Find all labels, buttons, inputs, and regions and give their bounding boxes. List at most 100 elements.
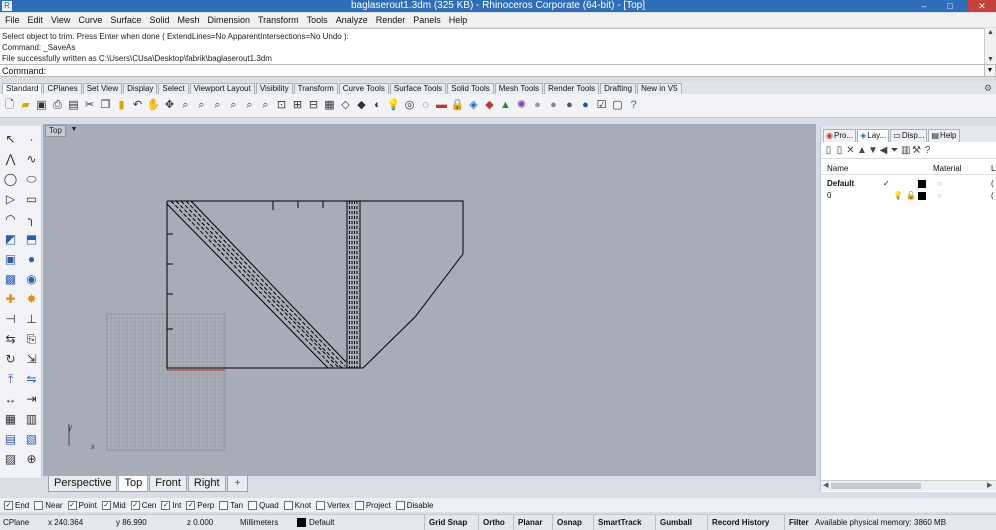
- checkbox[interactable]: ✓: [161, 500, 171, 510]
- add-viewport-button[interactable]: +: [226, 476, 249, 492]
- cplane-icon[interactable]: ⊟: [306, 98, 321, 113]
- layer-row-0[interactable]: 0 💡 🔓 ○ (: [821, 190, 996, 202]
- grid-snap-button[interactable]: Grid Snap: [424, 515, 471, 530]
- undo-icon[interactable]: ↶: [130, 98, 145, 113]
- column-material[interactable]: Material: [933, 162, 961, 175]
- group-icon[interactable]: ▦: [0, 409, 21, 429]
- scroll-down-icon[interactable]: ▼: [985, 55, 996, 64]
- lights-icon[interactable]: 💡: [386, 98, 401, 113]
- surface-icon[interactable]: ◩: [0, 229, 21, 249]
- checkbox[interactable]: ✓: [130, 500, 140, 510]
- checkbox[interactable]: [395, 500, 405, 510]
- osnap-knot[interactable]: Knot: [283, 500, 311, 510]
- ellipse-icon[interactable]: ⬭: [21, 169, 42, 189]
- layer-color-swatch[interactable]: [918, 180, 926, 188]
- planar-button[interactable]: Planar: [513, 515, 546, 530]
- tab-visibility[interactable]: Visibility: [255, 83, 293, 94]
- move-out-icon[interactable]: ◀: [879, 145, 888, 156]
- menu-tools[interactable]: Tools: [303, 13, 332, 27]
- close-button[interactable]: ✕: [968, 0, 996, 12]
- command-input[interactable]: [48, 65, 949, 77]
- copy-object-icon[interactable]: ⎘: [21, 329, 42, 349]
- sphere-render-icon[interactable]: ●: [546, 98, 561, 113]
- lock-icon[interactable]: 🔒: [450, 98, 465, 113]
- tab-surface-tools[interactable]: Surface Tools: [389, 83, 447, 94]
- render-blue-icon[interactable]: ●: [578, 98, 593, 113]
- print-icon[interactable]: ⎙: [50, 98, 65, 113]
- analyze-icon[interactable]: ▤: [0, 429, 21, 449]
- properties-icon[interactable]: ◆: [482, 98, 497, 113]
- osnap-vertex[interactable]: Vertex: [316, 500, 350, 510]
- split-icon[interactable]: ⊣: [0, 309, 21, 329]
- new-sublayer-icon[interactable]: ▯: [835, 145, 844, 156]
- osnap-button[interactable]: Osnap: [552, 515, 586, 530]
- checkbox[interactable]: [219, 500, 229, 510]
- current-layer-check[interactable]: ✓: [883, 178, 890, 190]
- panel-horizontal-scrollbar[interactable]: ◀ ▶: [821, 480, 996, 491]
- save-icon[interactable]: ▣: [34, 98, 49, 113]
- grid-icon[interactable]: ▦: [322, 98, 337, 113]
- menu-mesh[interactable]: Mesh: [173, 13, 203, 27]
- block-icon[interactable]: ▥: [21, 409, 42, 429]
- boolean-icon[interactable]: ✚: [0, 289, 21, 309]
- text-icon[interactable]: ⇥: [21, 389, 42, 409]
- layer-row-default[interactable]: Default ✓ ○ (: [821, 178, 996, 190]
- osnap-perp[interactable]: ✓ Perp: [186, 500, 214, 510]
- select-arrow-icon[interactable]: ↖: [0, 129, 21, 149]
- render-icon[interactable]: ●: [562, 98, 577, 113]
- menu-curve[interactable]: Curve: [74, 13, 106, 27]
- move-up-icon[interactable]: ▲: [857, 145, 867, 156]
- cplane-indicator[interactable]: CPlane: [3, 515, 29, 530]
- cube-icon[interactable]: ▢: [610, 98, 625, 113]
- tab-mesh-tools[interactable]: Mesh Tools: [494, 83, 544, 94]
- menu-transform[interactable]: Transform: [254, 13, 303, 27]
- arc-icon[interactable]: ◠: [0, 209, 21, 229]
- tab-front[interactable]: Front: [149, 476, 187, 492]
- gumball-button[interactable]: Gumball: [655, 515, 696, 530]
- rotate-icon[interactable]: ↻: [0, 349, 21, 369]
- mesh-icon[interactable]: ▩: [0, 269, 21, 289]
- maximize-button[interactable]: □: [940, 0, 960, 12]
- car-icon[interactable]: ▬: [434, 98, 449, 113]
- osnap-tan[interactable]: Tan: [219, 500, 243, 510]
- help-icon[interactable]: ?: [923, 145, 932, 156]
- tab-viewport-layout[interactable]: Viewport Layout: [189, 83, 255, 94]
- menu-render[interactable]: Render: [372, 13, 410, 27]
- layer-linetype[interactable]: (: [991, 190, 994, 202]
- four-viewports-icon[interactable]: ⊞: [290, 98, 305, 113]
- menu-analyze[interactable]: Analyze: [332, 13, 372, 27]
- checkbox[interactable]: ✓: [67, 500, 77, 510]
- tab-right[interactable]: Right: [187, 476, 226, 492]
- rotate-view-icon[interactable]: ✥: [162, 98, 177, 113]
- tab-standard[interactable]: Standard: [2, 83, 43, 94]
- trim-icon[interactable]: ⊥: [21, 309, 42, 329]
- mesh-sphere-icon[interactable]: ◉: [21, 269, 42, 289]
- tab-new-in-v5[interactable]: New in V5: [637, 83, 682, 94]
- tab-curve-tools[interactable]: Curve Tools: [338, 83, 389, 94]
- polygon-icon[interactable]: ▷: [0, 189, 21, 209]
- viewport-canvas[interactable]: y x: [43, 124, 816, 476]
- layer-icon[interactable]: ◈: [466, 98, 481, 113]
- move-icon[interactable]: ⇆: [0, 329, 21, 349]
- point-icon[interactable]: ·: [21, 129, 42, 149]
- curve-icon[interactable]: ∿: [21, 149, 42, 169]
- checkbox[interactable]: ✓: [101, 500, 111, 510]
- zoom-selected2-icon[interactable]: ⌕: [258, 98, 273, 113]
- rectangle-icon[interactable]: ▭: [21, 189, 42, 209]
- mirror-icon[interactable]: ⇋: [21, 369, 42, 389]
- zoom-dynamic-icon[interactable]: ⌕: [242, 98, 257, 113]
- tab-help[interactable]: ▤ Help: [928, 129, 960, 142]
- unlock-icon[interactable]: 🔓: [906, 190, 916, 202]
- polyline-icon[interactable]: ⋀: [0, 149, 21, 169]
- layer-color-swatch[interactable]: [297, 518, 306, 527]
- tab-layers[interactable]: ◈ Lay...: [857, 129, 890, 142]
- gear-icon[interactable]: ⚙: [983, 83, 993, 93]
- box-icon[interactable]: ▣: [0, 249, 21, 269]
- scroll-up-icon[interactable]: ▲: [985, 28, 996, 37]
- tab-render-tools[interactable]: Render Tools: [544, 83, 600, 94]
- new-file-icon[interactable]: 🗋: [2, 98, 17, 113]
- import-icon[interactable]: ▤: [66, 98, 81, 113]
- tab-properties[interactable]: ◉ Pro...: [823, 129, 857, 142]
- explode-icon[interactable]: ✸: [21, 289, 42, 309]
- tab-top[interactable]: Top: [118, 476, 149, 492]
